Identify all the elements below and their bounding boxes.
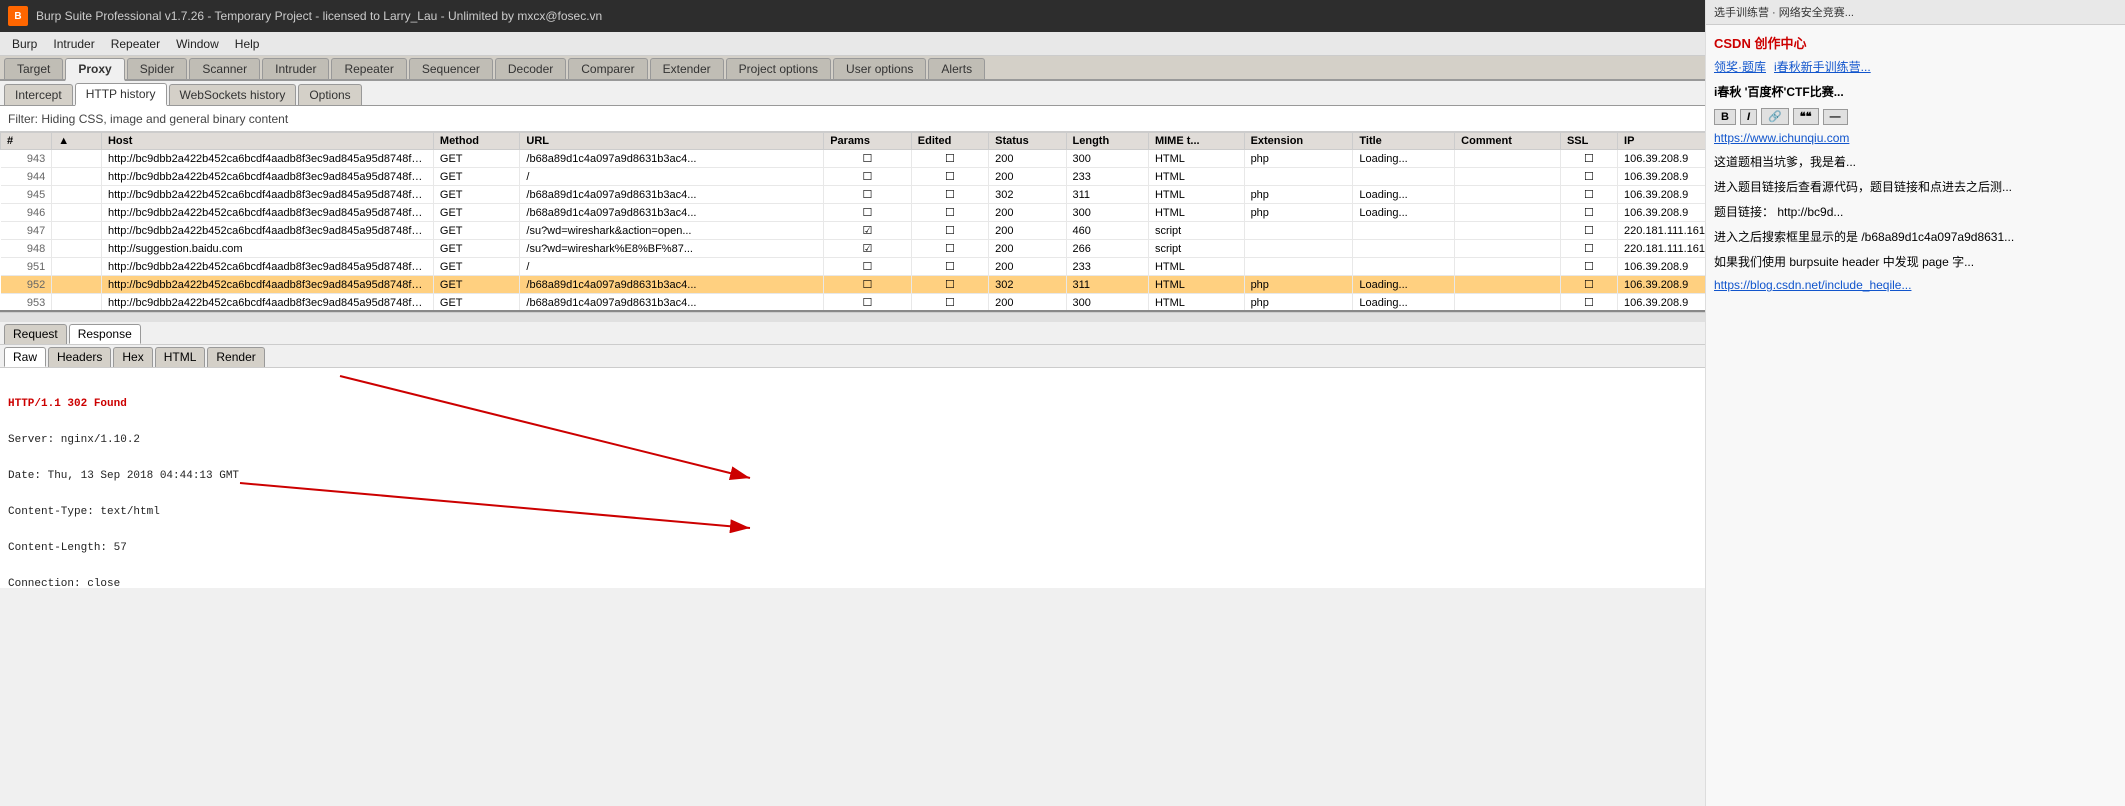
rp-body-text: 这道题相当坑爹，我是着... xyxy=(1714,153,2117,170)
tab-sequencer[interactable]: Sequencer xyxy=(409,58,493,79)
rp-section5: 如果我们使用 burpsuite header 中发现 page 字... xyxy=(1714,253,2117,270)
rp-section5-text: 如果我们使用 burpsuite header 中发现 page 字... xyxy=(1714,255,1974,269)
content-tab-raw[interactable]: Raw xyxy=(4,347,46,367)
right-panel-top-label: 选手训练营 · 网络安全竞赛... xyxy=(1714,7,1854,19)
content-tab-render[interactable]: Render xyxy=(207,347,264,367)
rp-toolbar[interactable]: B I 🔗 ❝❝ — xyxy=(1714,108,2117,125)
rp-body-text-content: 这道题相当坑爹，我是着... xyxy=(1714,155,1856,169)
rp-section2-text: 进入题目链接后查看源代码，题目链接和点进去之后测... xyxy=(1714,180,2012,194)
main-area: Target Proxy Spider Scanner Intruder Rep… xyxy=(0,56,2125,806)
col-status[interactable]: Status xyxy=(989,133,1066,150)
article-title-text: i春秋 '百度杯'CTF比赛... xyxy=(1714,85,1844,99)
menu-intruder[interactable]: Intruder xyxy=(45,35,102,53)
tab-user-options[interactable]: User options xyxy=(833,58,926,79)
menu-repeater[interactable]: Repeater xyxy=(103,35,168,53)
tab-scanner[interactable]: Scanner xyxy=(189,58,260,79)
right-panel: 选手训练营 · 网络安全竞赛... CSDN 创作中心 领奖·题库 i春秋新手训… xyxy=(1705,0,2125,806)
col-num[interactable]: # xyxy=(1,133,52,150)
rp-bold-button[interactable]: B xyxy=(1714,109,1736,125)
tab-intruder[interactable]: Intruder xyxy=(262,58,329,79)
content-tab-html[interactable]: HTML xyxy=(155,347,206,367)
menu-burp[interactable]: Burp xyxy=(4,35,45,53)
titlebar-left: B Burp Suite Professional v1.7.26 - Temp… xyxy=(8,6,602,26)
menu-window[interactable]: Window xyxy=(168,35,227,53)
rp-external-link[interactable]: https://www.ichunqiu.com xyxy=(1714,131,1849,145)
resp-tab-request[interactable]: Request xyxy=(4,324,67,344)
tab-spider[interactable]: Spider xyxy=(127,58,188,79)
rp-section2: 进入题目链接后查看源代码，题目链接和点进去之后测... xyxy=(1714,178,2117,195)
col-length[interactable]: Length xyxy=(1066,133,1148,150)
subtab-options[interactable]: Options xyxy=(298,84,361,105)
tab-target[interactable]: Target xyxy=(4,58,63,79)
article-title: i春秋 '百度杯'CTF比赛... xyxy=(1714,83,2117,100)
tab-decoder[interactable]: Decoder xyxy=(495,58,566,79)
col-host[interactable]: Host xyxy=(101,133,433,150)
rp-section4: 进入之后搜索框里显示的是 /b68a89d1c4a097a9d8631... xyxy=(1714,228,2117,245)
col-extension[interactable]: Extension xyxy=(1244,133,1353,150)
col-params[interactable]: Params xyxy=(824,133,912,150)
subtab-intercept[interactable]: Intercept xyxy=(4,84,73,105)
col-method[interactable]: Method xyxy=(433,133,519,150)
col-sort[interactable]: ▲ xyxy=(52,133,102,150)
menu-help[interactable]: Help xyxy=(227,35,268,53)
rp-footer-link[interactable]: https://blog.csdn.net/include_heqile... xyxy=(1714,278,1911,292)
rp-section3: 题目链接： http://bc9d... xyxy=(1714,203,2117,220)
app-icon: B xyxy=(8,6,28,26)
col-url[interactable]: URL xyxy=(520,133,824,150)
csdn-brand: CSDN 创作中心 xyxy=(1714,33,2117,52)
rp-divider-button[interactable]: — xyxy=(1823,109,1848,125)
col-comment[interactable]: Comment xyxy=(1455,133,1561,150)
tab-extender[interactable]: Extender xyxy=(650,58,724,79)
tab-comparer[interactable]: Comparer xyxy=(568,58,647,79)
content-tab-headers[interactable]: Headers xyxy=(48,347,111,367)
rp-nav-item-1[interactable]: 领奖·题库 xyxy=(1714,58,1766,75)
window-title: Burp Suite Professional v1.7.26 - Tempor… xyxy=(36,9,602,23)
rp-quote-button[interactable]: ❝❝ xyxy=(1793,108,1819,125)
subtab-websockets[interactable]: WebSockets history xyxy=(169,84,297,105)
rp-nav: 领奖·题库 i春秋新手训练营... xyxy=(1714,58,2117,75)
col-edited[interactable]: Edited xyxy=(911,133,988,150)
tab-repeater[interactable]: Repeater xyxy=(331,58,406,79)
rp-section4-text: 进入之后搜索框里显示的是 /b68a89d1c4a097a9d8631... xyxy=(1714,230,2014,244)
rp-link-button[interactable]: 🔗 xyxy=(1761,108,1789,125)
rp-section3-text: 题目链接： http://bc9d... xyxy=(1714,205,1843,219)
subtab-http-history[interactable]: HTTP history xyxy=(75,83,167,106)
tab-proxy[interactable]: Proxy xyxy=(65,58,124,81)
filter-text[interactable]: Filter: Hiding CSS, image and general bi… xyxy=(8,112,288,126)
right-panel-content: CSDN 创作中心 领奖·题库 i春秋新手训练营... i春秋 '百度杯'CTF… xyxy=(1706,25,2125,308)
tab-project-options[interactable]: Project options xyxy=(726,58,831,79)
col-mime[interactable]: MIME t... xyxy=(1148,133,1244,150)
tab-alerts[interactable]: Alerts xyxy=(928,58,985,79)
right-panel-header: 选手训练营 · 网络安全竞赛... xyxy=(1706,0,2125,25)
rp-italic-button[interactable]: I xyxy=(1740,109,1757,125)
content-tab-hex[interactable]: Hex xyxy=(113,347,152,367)
rp-nav-item-2[interactable]: i春秋新手训练营... xyxy=(1774,58,1871,75)
rp-footer: https://blog.csdn.net/include_heqile... xyxy=(1714,278,2117,292)
resp-tab-response[interactable]: Response xyxy=(69,324,141,344)
col-ssl[interactable]: SSL xyxy=(1560,133,1617,150)
col-title[interactable]: Title xyxy=(1353,133,1455,150)
rp-link-section: https://www.ichunqiu.com xyxy=(1714,131,2117,145)
